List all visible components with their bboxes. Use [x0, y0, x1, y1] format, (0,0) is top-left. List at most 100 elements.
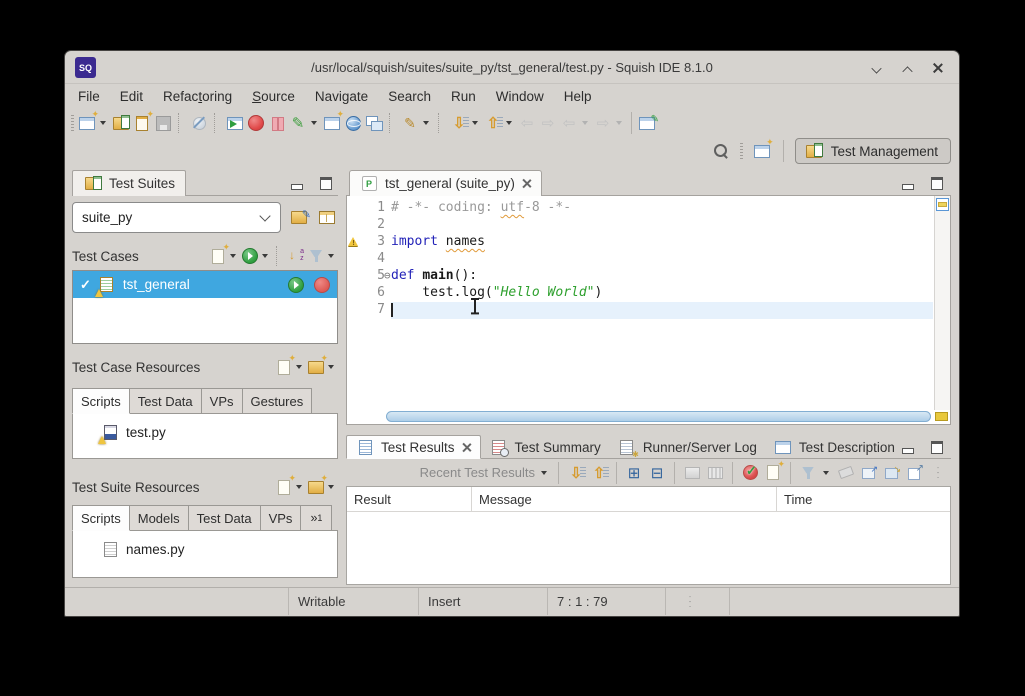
tab-case-test-data[interactable]: Test Data — [130, 388, 202, 414]
warning-marker-icon[interactable] — [348, 237, 358, 246]
new-suite-file-icon[interactable] — [274, 477, 294, 497]
tab-suite-scripts[interactable]: Scripts — [72, 505, 130, 531]
menu-edit[interactable]: Edit — [110, 87, 153, 106]
web-browser-icon[interactable] — [343, 113, 363, 133]
column-message[interactable]: Message — [472, 487, 777, 511]
tab-runner-server-log[interactable]: Runner/Server Log — [609, 435, 765, 459]
quill-edit-dropdown[interactable] — [423, 121, 429, 125]
windows-icon[interactable] — [364, 113, 384, 133]
editor-tab-tst-general[interactable]: tst_general (suite_py) — [349, 170, 542, 196]
menu-help[interactable]: Help — [554, 87, 602, 106]
horizontal-scrollbar[interactable] — [386, 411, 931, 422]
horizontal-scrollbar-thumb[interactable] — [386, 411, 931, 422]
new-resource-file-icon[interactable] — [274, 357, 294, 377]
new-resource-folder-dropdown[interactable] — [328, 365, 334, 369]
tab-test-results[interactable]: Test Results — [346, 435, 481, 459]
suite-combobox[interactable]: suite_py — [72, 202, 281, 233]
recent-test-results-dropdown[interactable] — [541, 471, 547, 475]
export-results-icon[interactable] — [859, 463, 879, 483]
test-management-perspective-button[interactable]: Test Management — [795, 138, 951, 164]
file-row-names-py[interactable]: names.py — [73, 531, 337, 559]
new-test-case-doc-icon[interactable] — [208, 246, 228, 266]
minimize-window-icon[interactable] — [869, 61, 883, 75]
checked-icon[interactable]: ✓ — [80, 277, 91, 293]
menu-search[interactable]: Search — [378, 87, 441, 106]
tab-suite-models[interactable]: Models — [130, 505, 189, 531]
close-tab-icon[interactable] — [521, 178, 532, 189]
verification-icon[interactable] — [740, 463, 760, 483]
overview-warning-header-icon[interactable] — [936, 198, 949, 211]
new-wizard-dropdown[interactable] — [100, 121, 106, 125]
run-test-cases-dropdown[interactable] — [262, 254, 268, 258]
maximize-editor-icon[interactable] — [927, 173, 947, 193]
minimize-results-icon[interactable] — [898, 437, 918, 457]
run-test-up-icon[interactable] — [483, 113, 503, 133]
new-resource-file-dropdown[interactable] — [296, 365, 302, 369]
recent-test-results-label[interactable]: Recent Test Results — [420, 465, 535, 480]
view-menu-icon[interactable] — [928, 463, 948, 483]
open-external-icon[interactable] — [905, 463, 925, 483]
results-filter-dropdown[interactable] — [823, 471, 829, 475]
minimize-view-icon[interactable] — [287, 173, 307, 193]
new-report-icon[interactable] — [763, 463, 783, 483]
new-suite-file-dropdown[interactable] — [296, 485, 302, 489]
new-test-suite-icon[interactable] — [111, 113, 131, 133]
tab-test-summary[interactable]: Test Summary — [481, 435, 609, 459]
file-row-test-py[interactable]: test.py — [73, 414, 337, 442]
tab-case-gestures[interactable]: Gestures — [243, 388, 313, 414]
suite-config-icon[interactable] — [317, 208, 337, 228]
maximize-window-icon[interactable] — [900, 61, 914, 75]
menu-window[interactable]: Window — [486, 87, 554, 106]
test-case-row-tst-general[interactable]: ✓ tst_general — [73, 271, 337, 298]
new-wizard-icon[interactable] — [77, 113, 97, 133]
launch-aut-icon[interactable] — [225, 113, 245, 133]
pause-icon[interactable] — [267, 113, 287, 133]
tab-suite-test-data[interactable]: Test Data — [189, 505, 261, 531]
record-icon[interactable] — [246, 113, 266, 133]
object-picker-icon[interactable] — [189, 113, 209, 133]
previous-result-icon[interactable] — [589, 463, 609, 483]
squish-spy-icon[interactable] — [288, 113, 308, 133]
sort-az-icon[interactable] — [286, 246, 306, 266]
run-test-cases-icon[interactable] — [240, 246, 260, 266]
import-results-icon[interactable] — [882, 463, 902, 483]
menu-refactoring[interactable]: Refactoring — [153, 87, 242, 106]
tab-test-suites[interactable]: Test Suites — [72, 170, 186, 196]
run-test-case-icon[interactable] — [286, 275, 306, 295]
tab-overflow[interactable]: »1 — [301, 505, 332, 531]
expand-all-icon[interactable] — [624, 463, 644, 483]
title-bar[interactable]: SQ /usr/local/squish/suites/suite_py/tst… — [65, 51, 959, 84]
code-editor[interactable]: 1 # -*- coding: utf-8 -*- 2 3 — [346, 196, 951, 425]
annotate-script-icon[interactable] — [637, 113, 657, 133]
results-table-body[interactable] — [347, 512, 950, 584]
run-test-down-dropdown[interactable] — [472, 121, 478, 125]
menu-file[interactable]: File — [68, 87, 110, 106]
filter-dropdown[interactable] — [328, 254, 334, 258]
next-result-icon[interactable] — [566, 463, 586, 483]
save-icon[interactable] — [153, 113, 173, 133]
menu-navigate[interactable]: Navigate — [305, 87, 378, 106]
snapshot-icon[interactable] — [322, 113, 342, 133]
tab-case-scripts[interactable]: Scripts — [72, 388, 130, 414]
maximize-view-icon[interactable] — [316, 173, 336, 193]
run-test-up-dropdown[interactable] — [506, 121, 512, 125]
new-test-case-dropdown[interactable] — [230, 254, 236, 258]
squish-spy-dropdown[interactable] — [311, 121, 317, 125]
filter-icon[interactable] — [306, 246, 326, 266]
minimize-editor-icon[interactable] — [898, 173, 918, 193]
fold-collapse-icon[interactable]: ⊖ — [384, 269, 391, 283]
overview-ruler[interactable] — [934, 196, 950, 410]
menu-run[interactable]: Run — [441, 87, 486, 106]
new-test-case-icon[interactable] — [132, 113, 152, 133]
record-test-case-icon[interactable] — [312, 275, 332, 295]
open-perspective-icon[interactable] — [752, 141, 772, 161]
menu-source[interactable]: Source — [242, 87, 305, 106]
quill-edit-icon[interactable] — [400, 113, 420, 133]
close-window-icon[interactable] — [931, 61, 945, 75]
tab-test-description[interactable]: Test Description — [765, 435, 903, 459]
new-resource-folder-icon[interactable] — [306, 357, 326, 377]
new-suite-folder-icon[interactable] — [306, 477, 326, 497]
new-suite-folder-dropdown[interactable] — [328, 485, 334, 489]
tab-suite-vps[interactable]: VPs — [261, 505, 302, 531]
column-result[interactable]: Result — [347, 487, 472, 511]
